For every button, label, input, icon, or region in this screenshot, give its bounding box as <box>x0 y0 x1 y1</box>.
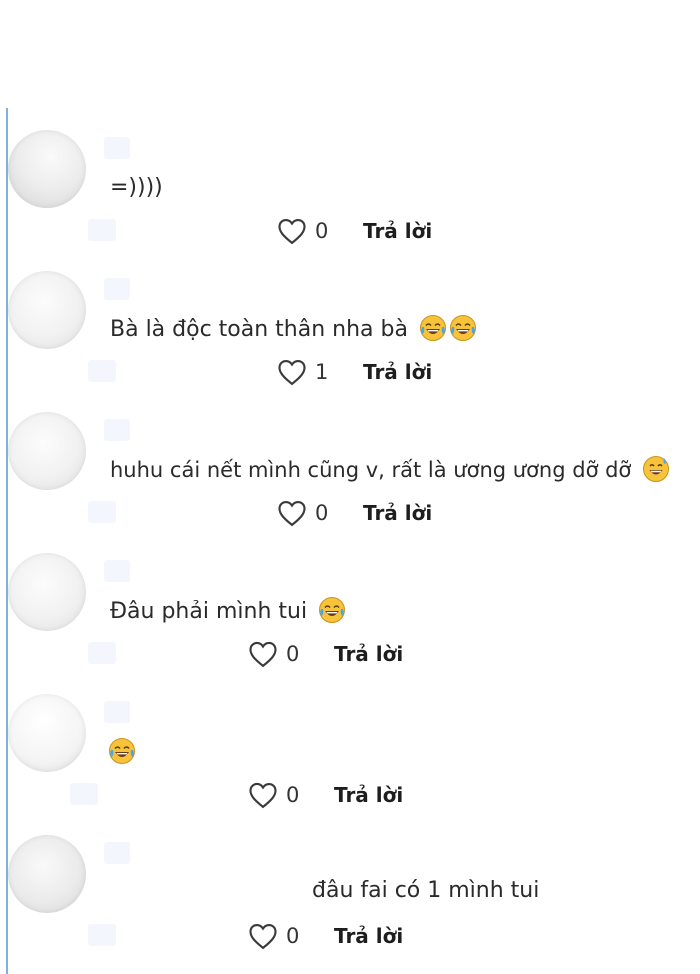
username[interactable] <box>104 842 130 864</box>
face-with-tears-of-joy-icon <box>318 596 346 624</box>
comment-timestamp <box>70 783 98 805</box>
like-count: 0 <box>286 924 300 948</box>
username[interactable] <box>104 137 130 159</box>
comment-item: =)))) 0 Trả lời <box>0 109 700 250</box>
comment-timestamp <box>88 501 116 523</box>
reply-button[interactable]: Trả lời <box>334 642 403 666</box>
username[interactable] <box>104 701 130 723</box>
comment-text <box>108 737 136 765</box>
heart-icon[interactable] <box>277 358 307 386</box>
avatar[interactable] <box>8 130 86 208</box>
username[interactable] <box>104 419 130 441</box>
comment-text: Bà là độc toàn thân nha bà <box>110 314 477 342</box>
avatar[interactable] <box>8 694 86 772</box>
comment-item: Đâu phải mình tui 0 Trả lời <box>0 532 700 673</box>
comment-actions: 0 Trả lời <box>277 215 432 247</box>
comment-item: Bà là độc toàn thân nha bà 1 Trả lời <box>0 250 700 391</box>
comment-timestamp <box>88 219 116 241</box>
grinning-face-with-sweat-icon <box>642 455 670 483</box>
comment-text: Đâu phải mình tui <box>110 596 346 624</box>
reply-button[interactable]: Trả lời <box>334 924 403 948</box>
comment-actions: 0 Trả lời <box>248 779 403 811</box>
comment-timestamp <box>88 924 116 946</box>
comment-text: đâu fai có 1 mình tui <box>312 878 539 903</box>
comment-text: huhu cái nết mình cũng v, rất là ương ươ… <box>110 455 670 483</box>
comment-text-content: Đâu phải mình tui <box>110 599 308 624</box>
avatar[interactable] <box>8 553 86 631</box>
reply-button[interactable]: Trả lời <box>363 360 432 384</box>
avatar[interactable] <box>8 412 86 490</box>
reply-button[interactable]: Trả lời <box>363 501 432 525</box>
heart-icon[interactable] <box>277 217 307 245</box>
comment-actions: 0 Trả lời <box>277 497 432 529</box>
heart-icon[interactable] <box>248 640 278 668</box>
comment-actions: 0 Trả lời <box>248 920 403 952</box>
like-count: 1 <box>315 360 329 384</box>
comment-timestamp <box>88 360 116 382</box>
reply-button[interactable]: Trả lời <box>363 219 432 243</box>
heart-icon[interactable] <box>248 922 278 950</box>
comment-item: 0 Trả lời <box>0 673 700 814</box>
heart-icon[interactable] <box>277 499 307 527</box>
comment-actions: 1 Trả lời <box>277 356 432 388</box>
face-with-tears-of-joy-icon <box>419 314 447 342</box>
like-count: 0 <box>286 783 300 807</box>
comment-actions: 0 Trả lời <box>248 638 403 670</box>
like-count: 0 <box>315 501 329 525</box>
comment-text-content: =)))) <box>110 175 163 200</box>
comment-item: huhu cái nết mình cũng v, rất là ương ươ… <box>0 391 700 532</box>
comment-text-content: huhu cái nết mình cũng v, rất là ương ươ… <box>110 458 632 482</box>
comment-item: đâu fai có 1 mình tui 0 Trả lời <box>0 814 700 955</box>
username[interactable] <box>104 560 130 582</box>
like-count: 0 <box>286 642 300 666</box>
avatar[interactable] <box>8 835 86 913</box>
heart-icon[interactable] <box>248 781 278 809</box>
avatar[interactable] <box>8 271 86 349</box>
comment-text-content: đâu fai có 1 mình tui <box>312 878 540 903</box>
face-with-tears-of-joy-icon <box>449 314 477 342</box>
reply-button[interactable]: Trả lời <box>334 783 403 807</box>
like-count: 0 <box>315 219 329 243</box>
comment-timestamp <box>88 642 116 664</box>
comment-text-content: Bà là độc toàn thân nha bà <box>110 317 408 342</box>
face-with-tears-of-joy-icon <box>108 737 136 765</box>
username[interactable] <box>104 278 130 300</box>
comment-text: =)))) <box>110 175 163 200</box>
